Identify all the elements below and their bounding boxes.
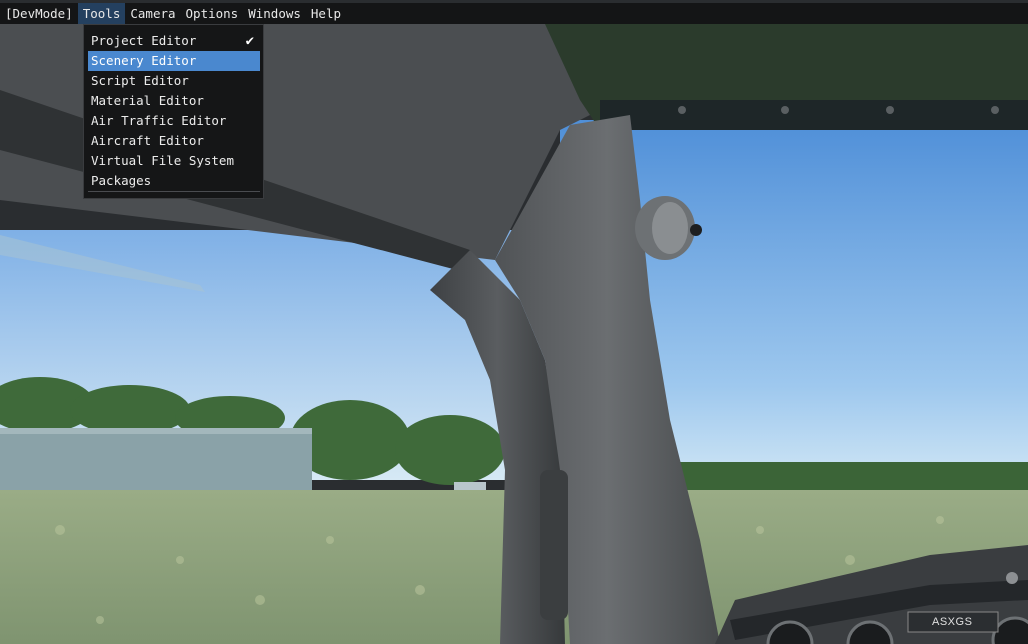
checkmark-icon: ✔ bbox=[245, 33, 254, 49]
menu-item-virtual-file-system[interactable]: Virtual File System bbox=[88, 151, 260, 171]
menu-options[interactable]: Options bbox=[181, 3, 244, 24]
menu-item-material-editor[interactable]: Material Editor bbox=[88, 91, 260, 111]
menu-item-label: Aircraft Editor bbox=[91, 133, 204, 148]
menu-item-label: Script Editor bbox=[91, 73, 189, 88]
menu-item-label: Packages bbox=[91, 173, 152, 188]
hangar bbox=[0, 428, 312, 494]
menu-item-label: Air Traffic Editor bbox=[91, 113, 227, 128]
tools-dropdown: Project Editor ✔ Scenery Editor Script E… bbox=[83, 24, 264, 199]
menu-item-packages[interactable]: Packages bbox=[88, 171, 260, 191]
menu-item-air-traffic-editor[interactable]: Air Traffic Editor bbox=[88, 111, 260, 131]
menu-item-script-editor[interactable]: Script Editor bbox=[88, 71, 260, 91]
menu-devmode[interactable]: [DevMode] bbox=[0, 3, 78, 24]
treeline-right bbox=[660, 462, 1028, 490]
menu-separator bbox=[88, 191, 260, 192]
door-handle bbox=[540, 470, 568, 620]
menu-camera[interactable]: Camera bbox=[125, 3, 180, 24]
menu-windows[interactable]: Windows bbox=[243, 3, 306, 24]
menu-item-label: Project Editor bbox=[91, 33, 197, 48]
menu-item-scenery-editor[interactable]: Scenery Editor bbox=[88, 51, 260, 71]
menu-tools[interactable]: Tools bbox=[77, 3, 126, 24]
menu-item-label: Virtual File System bbox=[91, 153, 234, 168]
menu-help[interactable]: Help bbox=[306, 3, 346, 24]
dev-menubar: [DevMode] Tools Camera Options Windows H… bbox=[0, 3, 1028, 24]
menu-item-aircraft-editor[interactable]: Aircraft Editor bbox=[88, 131, 260, 151]
menu-item-label: Material Editor bbox=[91, 93, 204, 108]
registration-label: ASXGS bbox=[932, 616, 973, 628]
menu-item-project-editor[interactable]: Project Editor ✔ bbox=[88, 31, 260, 51]
menu-item-label: Scenery Editor bbox=[91, 53, 197, 68]
